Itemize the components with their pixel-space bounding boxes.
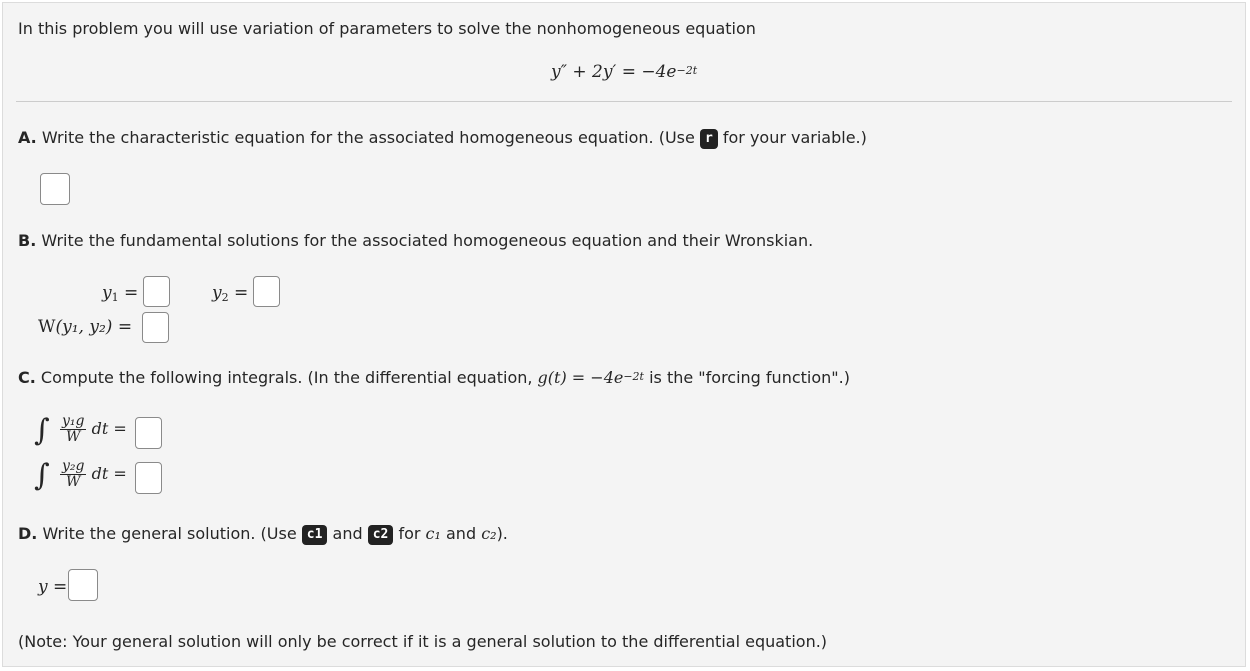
- characteristic-equation-input[interactable]: [40, 173, 70, 205]
- part-d-and: and: [327, 524, 368, 543]
- part-c-text: Compute the following integrals. (In the…: [35, 368, 538, 387]
- equation-lhs: y″ + 2y′: [551, 62, 617, 82]
- divider: [16, 101, 1232, 102]
- y1-sub: 1: [111, 291, 119, 304]
- equation-rhs: −4e: [641, 62, 677, 82]
- intro-text: In this problem you will use variation o…: [18, 19, 756, 38]
- integral-2-fraction: y₂g W: [60, 458, 87, 490]
- integral-2-dt: dt: [91, 464, 109, 483]
- equation-exponent: −2t: [676, 64, 698, 77]
- part-c-text-after: is the "forcing function".): [643, 368, 850, 387]
- wronskian-label: W(y₁, y₂) =: [38, 317, 132, 337]
- integral-sign-2: ∫: [34, 458, 50, 493]
- integral-2-expr: y₂g W dt =: [60, 459, 127, 490]
- part-d-for: for: [393, 524, 426, 543]
- c2-symbol: c₂: [481, 524, 497, 543]
- general-solution-label: y =: [38, 577, 67, 597]
- y2-label: y2 =: [212, 283, 248, 305]
- c1-symbol: c₁: [425, 524, 441, 543]
- part-d-text-after: ).: [496, 524, 508, 543]
- general-solution-equals: =: [53, 577, 68, 597]
- wronskian-input[interactable]: [142, 312, 169, 343]
- part-d-and-2: and: [440, 524, 482, 543]
- y2-var: y: [212, 283, 222, 303]
- integral-1-expr: y₁g W dt =: [60, 414, 127, 445]
- part-a-letter: A.: [18, 128, 37, 147]
- part-a-prompt: A. Write the characteristic equation for…: [18, 128, 867, 149]
- integral-1-den: W: [66, 429, 81, 445]
- integral-2-num: y₂g: [60, 458, 87, 475]
- y1-input[interactable]: [143, 276, 170, 307]
- part-d-text: Write the general solution. (Use: [37, 524, 302, 543]
- part-d-letter: D.: [18, 524, 38, 543]
- part-d-prompt: D. Write the general solution. (Use c1 a…: [18, 524, 508, 545]
- integral-1-equals: =: [113, 419, 127, 438]
- part-a-text-after: for your variable.): [717, 128, 867, 147]
- forcing-exponent: −2t: [623, 370, 644, 383]
- part-c-prompt: C. Compute the following integrals. (In …: [18, 368, 850, 390]
- y1-var: y: [102, 283, 112, 303]
- wronskian-equals: =: [117, 317, 133, 337]
- general-solution-input[interactable]: [68, 569, 98, 601]
- equation-equals: =: [621, 62, 636, 82]
- c2-chip: c2: [367, 525, 394, 545]
- note-text: (Note: Your general solution will only b…: [18, 632, 828, 651]
- integral-1-dt: dt: [91, 419, 109, 438]
- wronskian-w: W: [38, 317, 56, 337]
- general-solution-y: y: [38, 577, 48, 597]
- y2-input[interactable]: [253, 276, 280, 307]
- y2-sub: 2: [221, 291, 229, 304]
- y1-equals: =: [124, 283, 139, 303]
- integral-2-equals: =: [113, 464, 127, 483]
- main-equation: y″ + 2y′ = −4e−2t: [551, 62, 697, 84]
- y2-equals: =: [234, 283, 249, 303]
- part-b-text: Write the fundamental solutions for the …: [36, 231, 814, 250]
- integral-2-den: W: [66, 474, 81, 490]
- integral-1-num: y₁g: [60, 413, 87, 430]
- c1-chip: c1: [301, 525, 328, 545]
- variable-r-chip: r: [699, 129, 718, 149]
- part-b-letter: B.: [18, 231, 37, 250]
- integral-sign-1: ∫: [34, 413, 50, 448]
- part-c-letter: C.: [18, 368, 36, 387]
- integral-1-fraction: y₁g W: [60, 413, 87, 445]
- part-b-prompt: B. Write the fundamental solutions for t…: [18, 231, 813, 251]
- y1-label: y1 =: [102, 283, 138, 305]
- wronskian-args: (y₁, y₂): [55, 317, 113, 337]
- integral-1-input[interactable]: [135, 417, 162, 449]
- integral-2-input[interactable]: [135, 462, 162, 494]
- part-a-text: Write the characteristic equation for th…: [36, 128, 700, 147]
- forcing-function: g(t) = −4e: [537, 368, 624, 387]
